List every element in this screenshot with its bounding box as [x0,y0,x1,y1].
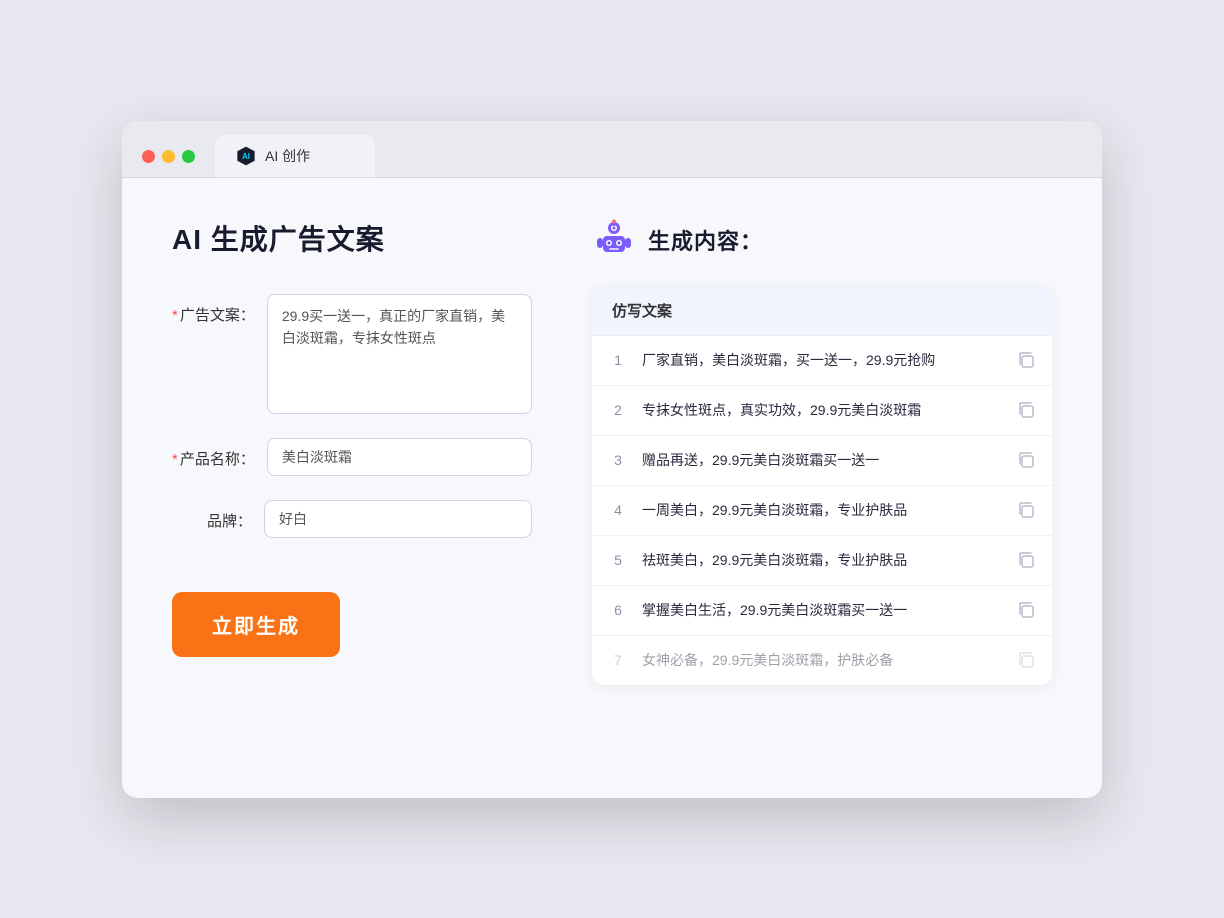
brand-row: 品牌： [172,500,532,538]
page-layout: AI 生成广告文案 *广告文案： 29.9买一送一，真正的厂家直销，美白淡斑霜，… [172,218,1052,685]
result-index: 1 [608,352,628,368]
copy-icon[interactable] [1016,600,1036,620]
result-index: 6 [608,602,628,618]
brand-input[interactable] [264,500,532,538]
required-mark-product: * [172,451,178,468]
product-name-label: *产品名称： [172,438,255,469]
result-row: 3 赠品再送，29.9元美白淡斑霜买一送一 [592,436,1052,486]
result-text: 厂家直销，美白淡斑霜，买一送一，29.9元抢购 [642,350,1002,371]
copy-icon[interactable] [1016,350,1036,370]
product-name-row: *产品名称： [172,438,532,476]
required-mark-ad: * [172,307,178,324]
copy-icon[interactable] [1016,450,1036,470]
result-text: 一周美白，29.9元美白淡斑霜，专业护肤品 [642,500,1002,521]
svg-text:AI: AI [242,152,250,161]
product-name-input[interactable] [267,438,532,476]
right-panel: 生成内容： 仿写文案 1 厂家直销，美白淡斑霜，买一送一，29.9元抢购 2 [592,218,1052,685]
result-text: 祛斑美白，29.9元美白淡斑霜，专业护肤品 [642,550,1002,571]
right-header: 生成内容： [592,218,1052,262]
ad-copy-label: *广告文案： [172,294,255,325]
ai-tab-icon: AI [235,145,257,167]
result-table-header: 仿写文案 [592,286,1052,336]
browser-content: AI 生成广告文案 *广告文案： 29.9买一送一，真正的厂家直销，美白淡斑霜，… [122,178,1102,798]
page-title: AI 生成广告文案 [172,218,532,258]
right-title: 生成内容： [648,224,763,256]
result-row: 1 厂家直销，美白淡斑霜，买一送一，29.9元抢购 [592,336,1052,386]
ad-copy-input[interactable]: 29.9买一送一，真正的厂家直销，美白淡斑霜，专抹女性斑点 [267,294,532,414]
result-index: 4 [608,502,628,518]
result-row-dimmed: 7 女神必备，29.9元美白淡斑霜，护肤必备 [592,636,1052,685]
traffic-lights [142,150,195,177]
result-row: 5 祛斑美白，29.9元美白淡斑霜，专业护肤品 [592,536,1052,586]
copy-icon[interactable] [1016,500,1036,520]
result-index: 5 [608,552,628,568]
result-row: 6 掌握美白生活，29.9元美白淡斑霜买一送一 [592,586,1052,636]
result-index: 3 [608,452,628,468]
robot-icon [592,218,636,262]
tab-label: AI 创作 [265,146,310,166]
result-text: 赠品再送，29.9元美白淡斑霜买一送一 [642,450,1002,471]
maximize-button[interactable] [182,150,195,163]
result-text: 专抹女性斑点，真实功效，29.9元美白淡斑霜 [642,400,1002,421]
generate-button[interactable]: 立即生成 [172,592,340,657]
brand-label: 品牌： [172,500,252,531]
close-button[interactable] [142,150,155,163]
result-index: 7 [608,652,628,668]
browser-window: AI AI 创作 AI 生成广告文案 *广告文案： 29.9买一送一，真正的厂家… [122,121,1102,798]
left-panel: AI 生成广告文案 *广告文案： 29.9买一送一，真正的厂家直销，美白淡斑霜，… [172,218,532,685]
browser-tab[interactable]: AI AI 创作 [215,135,375,177]
browser-titlebar: AI AI 创作 [122,121,1102,178]
result-text: 女神必备，29.9元美白淡斑霜，护肤必备 [642,650,1002,671]
copy-icon[interactable] [1016,550,1036,570]
result-index: 2 [608,402,628,418]
result-row: 4 一周美白，29.9元美白淡斑霜，专业护肤品 [592,486,1052,536]
copy-icon[interactable] [1016,400,1036,420]
result-text: 掌握美白生活，29.9元美白淡斑霜买一送一 [642,600,1002,621]
result-table: 仿写文案 1 厂家直销，美白淡斑霜，买一送一，29.9元抢购 2 专抹女性斑点，… [592,286,1052,685]
copy-icon[interactable] [1016,650,1036,670]
result-row: 2 专抹女性斑点，真实功效，29.9元美白淡斑霜 [592,386,1052,436]
ad-copy-row: *广告文案： 29.9买一送一，真正的厂家直销，美白淡斑霜，专抹女性斑点 [172,294,532,414]
minimize-button[interactable] [162,150,175,163]
